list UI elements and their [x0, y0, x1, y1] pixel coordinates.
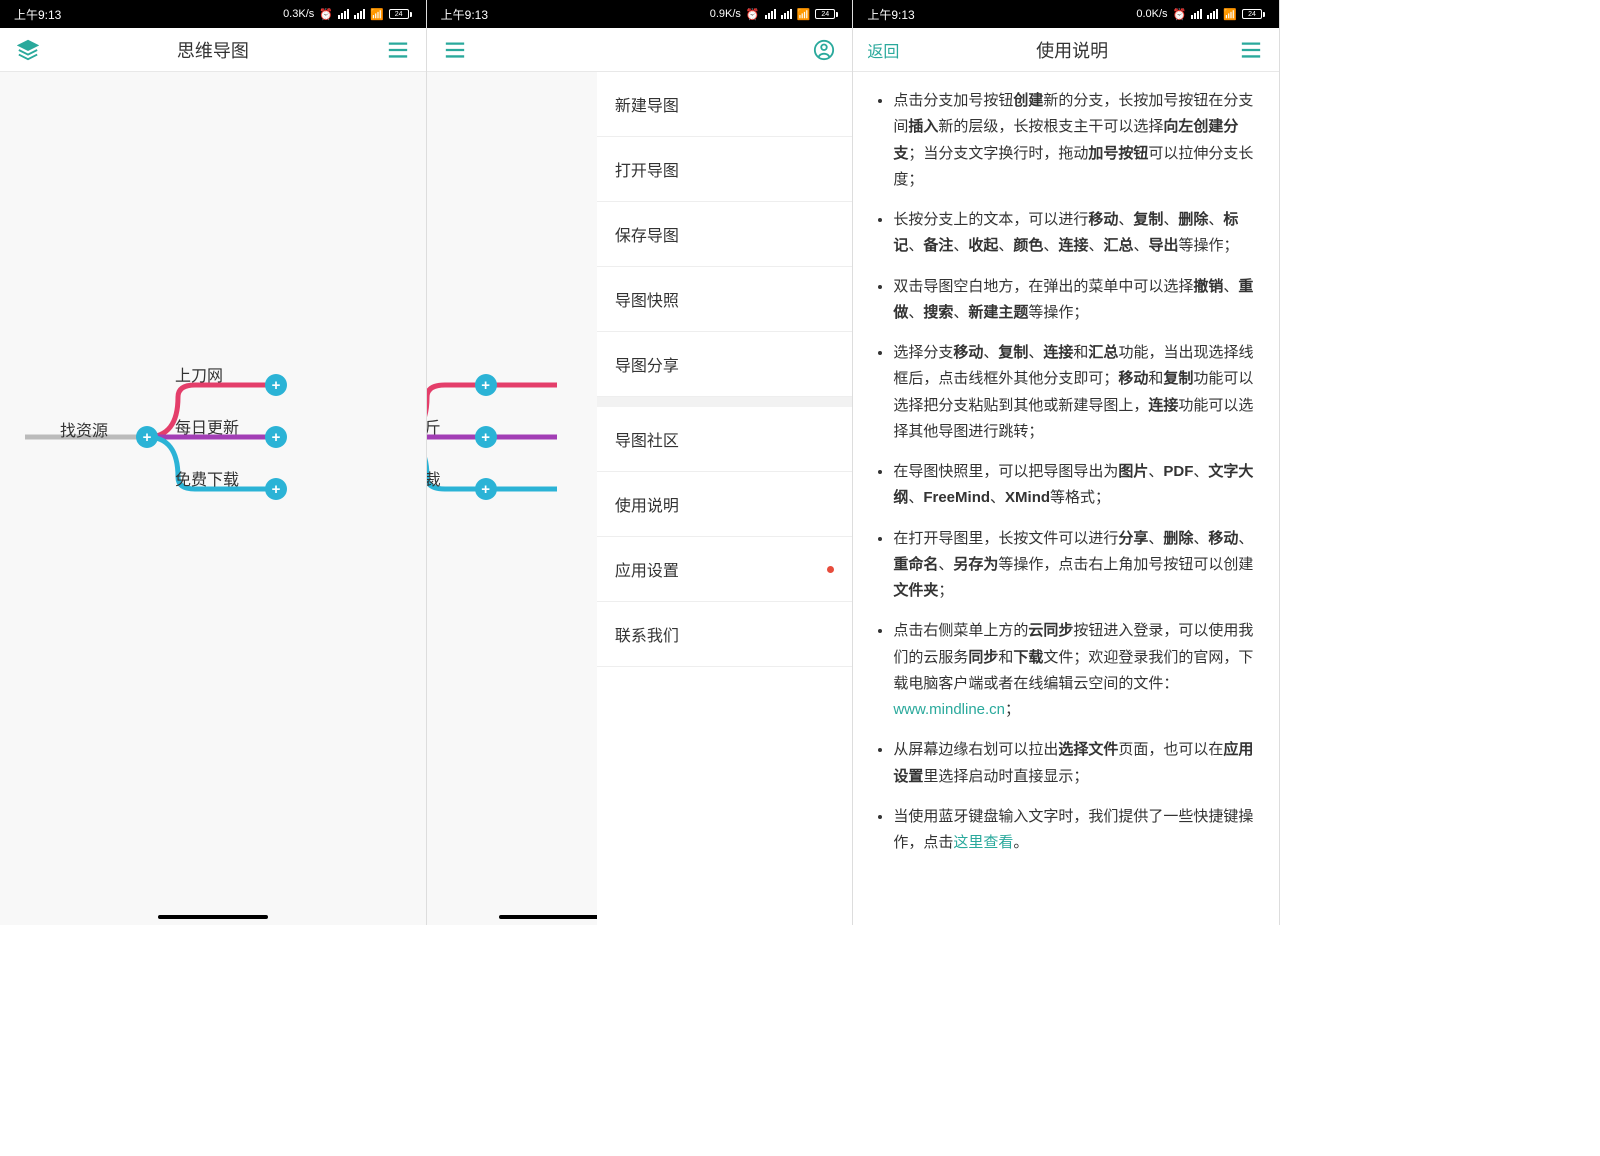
status-time: 上午9:13 — [867, 6, 914, 23]
help-item: 长按分支上的文本，可以进行移动、复制、删除、标记、备注、收起、颜色、连接、汇总、… — [893, 207, 1261, 260]
status-speed: 0.0K/s — [1136, 8, 1167, 20]
status-bar: 上午9:13 0.9K/s ⏰ 📶 24 — [427, 0, 853, 28]
menu-contact[interactable]: 联系我们 — [597, 602, 852, 667]
status-right: 0.3K/s ⏰ 📶 24 — [283, 8, 412, 21]
menu-label: 使用说明 — [615, 492, 679, 516]
drawer-menu: 新建导图 打开导图 保存导图 导图快照 导图分享 导图社区 使用说明 应用设置 … — [597, 72, 852, 925]
status-time: 上午9:13 — [14, 6, 61, 23]
root-node[interactable]: 找资源 — [60, 417, 108, 441]
home-indicator[interactable] — [158, 915, 268, 919]
mindmap-canvas[interactable]: 找资源 + 上刀网 + 每日更新 + 免费下载 + — [0, 72, 426, 925]
branch-node-3[interactable]: 免费下载 — [175, 466, 239, 490]
help-item: 在打开导图里，长按文件可以进行分享、删除、移动、重命名、另存为等操作，点击右上角… — [893, 526, 1261, 605]
menu-label: 导图快照 — [615, 287, 679, 311]
branch-node-partial[interactable]: 裁 — [427, 466, 441, 490]
menu-community[interactable]: 导图社区 — [597, 407, 852, 472]
menu-label: 联系我们 — [615, 622, 679, 646]
help-item: 点击右侧菜单上方的云同步按钮进入登录，可以使用我们的云服务同步和下载文件；欢迎登… — [893, 618, 1261, 723]
page-title: 使用说明 — [907, 37, 1237, 63]
menu-label: 保存导图 — [615, 222, 679, 246]
menu-label: 应用设置 — [615, 557, 679, 581]
menu-share[interactable]: 导图分享 — [597, 332, 852, 397]
nav-bar: 返回 使用说明 — [853, 28, 1279, 72]
menu-new[interactable]: 新建导图 — [597, 72, 852, 137]
status-time: 上午9:13 — [441, 6, 488, 23]
nav-bar: 思维导图 — [0, 28, 426, 72]
menu-icon[interactable] — [1237, 36, 1265, 64]
mindmap-connectors-partial — [427, 72, 597, 925]
menu-icon[interactable] — [384, 36, 412, 64]
help-item: 双击导图空白地方，在弹出的菜单中可以选择撤销、重做、搜索、新建主题等操作； — [893, 274, 1261, 327]
status-speed: 0.9K/s — [710, 8, 741, 20]
user-icon[interactable] — [810, 36, 838, 64]
menu-separator — [597, 397, 852, 407]
status-bar: 上午9:13 0.0K/s ⏰ 📶 24 — [853, 0, 1279, 28]
menu-snapshot[interactable]: 导图快照 — [597, 267, 852, 332]
menu-label: 打开导图 — [615, 157, 679, 181]
branch-node-2[interactable]: 每日更新 — [175, 414, 239, 438]
page-title: 思维导图 — [42, 37, 384, 63]
status-right: 0.9K/s ⏰ 📶 24 — [710, 8, 839, 21]
status-bar: 上午9:13 0.3K/s ⏰ 📶 24 — [0, 0, 426, 28]
add-node-button[interactable]: + — [475, 478, 497, 500]
shortcuts-link[interactable]: 这里查看 — [953, 834, 1013, 851]
panel-menu: 上午9:13 0.9K/s ⏰ 📶 24 + 斤 + 裁 — [427, 0, 854, 925]
nav-bar — [427, 28, 853, 72]
back-button[interactable]: 返回 — [867, 38, 907, 62]
menu-label: 新建导图 — [615, 92, 679, 116]
status-speed: 0.3K/s — [283, 8, 314, 20]
help-item: 当使用蓝牙键盘输入文字时，我们提供了一些快捷键操作，点击这里查看。 — [893, 804, 1261, 857]
menu-label: 导图分享 — [615, 352, 679, 376]
menu-icon[interactable] — [441, 36, 469, 64]
add-branch-button[interactable]: + — [136, 426, 158, 448]
layers-icon[interactable] — [14, 36, 42, 64]
website-link[interactable]: www.mindline.cn — [893, 701, 1005, 718]
help-item: 在导图快照里，可以把导图导出为图片、PDF、文字大纲、FreeMind、XMin… — [893, 459, 1261, 512]
add-node-button[interactable]: + — [265, 478, 287, 500]
help-content[interactable]: 点击分支加号按钮创建新的分支，长按加号按钮在分支间插入新的层级，长按根支主干可以… — [853, 72, 1279, 925]
add-node-button[interactable]: + — [475, 374, 497, 396]
menu-open[interactable]: 打开导图 — [597, 137, 852, 202]
help-item: 从屏幕边缘右划可以拉出选择文件页面，也可以在应用设置里选择启动时直接显示； — [893, 737, 1261, 790]
help-item: 选择分支移动、复制、连接和汇总功能，当出现选择线框后，点击线框外其他分支即可；移… — [893, 340, 1261, 445]
notification-dot — [827, 566, 834, 573]
panel-help: 上午9:13 0.0K/s ⏰ 📶 24 返回 使用说明 点击分支加号按钮创建新… — [853, 0, 1280, 925]
mindmap-connectors — [0, 72, 426, 925]
add-node-button[interactable]: + — [475, 426, 497, 448]
help-item: 点击分支加号按钮创建新的分支，长按加号按钮在分支间插入新的层级，长按根支主干可以… — [893, 88, 1261, 193]
menu-help[interactable]: 使用说明 — [597, 472, 852, 537]
panel-mindmap: 上午9:13 0.3K/s ⏰ 📶 24 思维导图 找资源 + 上刀网 + 每日… — [0, 0, 427, 925]
branch-node-1[interactable]: 上刀网 — [175, 362, 223, 386]
status-right: 0.0K/s ⏰ 📶 24 — [1136, 8, 1265, 21]
home-indicator[interactable] — [499, 915, 597, 919]
add-node-button[interactable]: + — [265, 374, 287, 396]
add-node-button[interactable]: + — [265, 426, 287, 448]
menu-settings[interactable]: 应用设置 — [597, 537, 852, 602]
menu-label: 导图社区 — [615, 427, 679, 451]
branch-node-partial[interactable]: 斤 — [427, 414, 441, 438]
mindmap-partial: + 斤 + 裁 + — [427, 72, 597, 925]
menu-save[interactable]: 保存导图 — [597, 202, 852, 267]
